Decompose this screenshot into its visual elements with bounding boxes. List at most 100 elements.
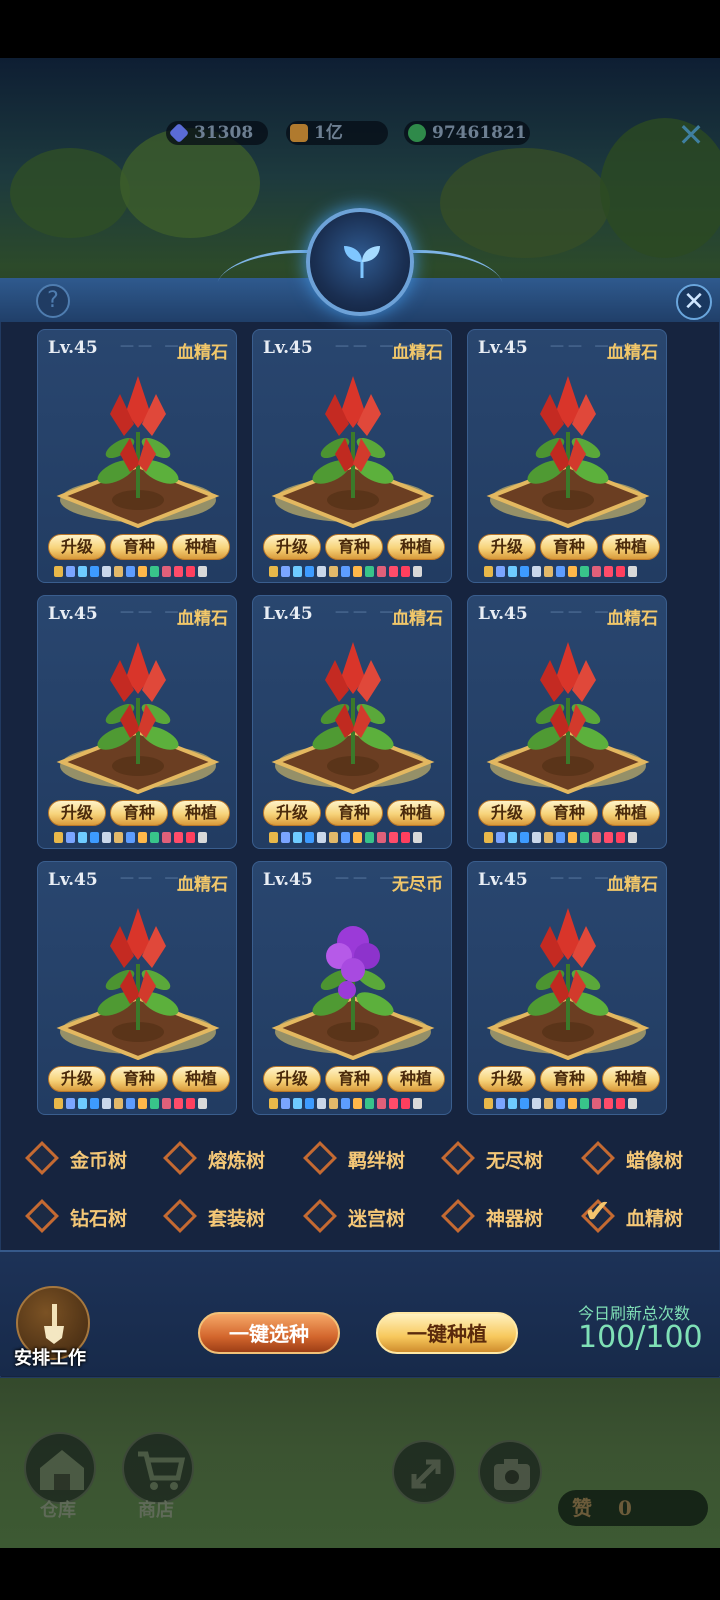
plot-type: 血精石 (177, 609, 228, 629)
shop-button[interactable] (122, 1432, 194, 1504)
tree-filter[interactable]: ✔ 血精树 (578, 1192, 714, 1234)
upgrade-button[interactable]: 升级 (263, 1066, 321, 1092)
tree-filter[interactable]: 钻石树 (22, 1198, 158, 1234)
breed-button[interactable]: 育种 (540, 534, 598, 560)
reward-icon (580, 832, 589, 843)
tree-filter[interactable]: 套装树 (160, 1198, 296, 1234)
reward-icon (102, 566, 111, 577)
reward-icon (628, 1098, 637, 1109)
close-icon[interactable]: ✕ (674, 118, 708, 152)
reward-icon (484, 566, 493, 577)
status-bar (0, 0, 720, 58)
tree-filter[interactable]: 金币树 (22, 1140, 158, 1176)
plant-button[interactable]: 种植 (172, 800, 230, 826)
tree-filter[interactable]: 熔炼树 (160, 1140, 296, 1176)
breed-button[interactable]: 育种 (110, 800, 168, 826)
upgrade-button[interactable]: 升级 (478, 1066, 536, 1092)
reward-icon (150, 566, 159, 577)
reward-icon (604, 832, 613, 843)
reward-icon (413, 1098, 422, 1109)
one-click-plant-button[interactable]: 一键种植 (376, 1312, 518, 1354)
reward-icon (281, 832, 290, 843)
breed-button[interactable]: 育种 (110, 1066, 168, 1092)
tree-filter[interactable]: 神器树 (438, 1198, 574, 1234)
reward-icon (520, 1098, 529, 1109)
upgrade-button[interactable]: 升级 (48, 534, 106, 560)
plot-card[interactable]: Lv.45 —— —— 血精石 升级 育种 种植 (37, 861, 237, 1115)
help-button[interactable]: ? (36, 284, 70, 318)
upgrade-button[interactable]: 升级 (48, 1066, 106, 1092)
breed-button[interactable]: 育种 (110, 534, 168, 560)
reward-icon (317, 1098, 326, 1109)
reward-icon (269, 1098, 278, 1109)
plot-card[interactable]: Lv.45 —— —— 血精石 升级 育种 种植 (252, 329, 452, 583)
expand-button[interactable] (392, 1440, 456, 1504)
warehouse-button[interactable] (24, 1432, 96, 1504)
plot-card[interactable]: Lv.45 —— —— 血精石 升级 育种 种植 (467, 861, 667, 1115)
plant-icon (271, 642, 435, 794)
plant-button[interactable]: 种植 (387, 534, 445, 560)
reward-icon (604, 1098, 613, 1109)
reward-icon (78, 832, 87, 843)
reward-icon (305, 566, 314, 577)
reward-icon (556, 1098, 565, 1109)
reward-icon-row (54, 832, 224, 844)
reward-icon (174, 832, 183, 843)
plant-button[interactable]: 种植 (387, 800, 445, 826)
like-counter[interactable]: 赞0 (558, 1490, 708, 1526)
reward-icon (508, 566, 517, 577)
plant-button[interactable]: 种植 (602, 534, 660, 560)
upgrade-button[interactable]: 升级 (478, 534, 536, 560)
plant-button[interactable]: 种植 (387, 1066, 445, 1092)
reward-icon-row (54, 1098, 224, 1110)
tree-filter[interactable]: 蜡像树 (578, 1140, 714, 1176)
plot-card[interactable]: Lv.45 —— —— 血精石 升级 育种 种植 (37, 595, 237, 849)
reward-icon (377, 1098, 386, 1109)
reward-icon (353, 832, 362, 843)
plot-card[interactable]: Lv.45 —— —— 无尽币 升级 育种 种植 (252, 861, 452, 1115)
upgrade-button[interactable]: 升级 (263, 800, 321, 826)
reward-icon (329, 832, 338, 843)
reward-icon (162, 566, 171, 577)
plant-button[interactable]: 种植 (602, 800, 660, 826)
reward-icon (198, 566, 207, 577)
refresh-count-value: 100/100 (578, 1320, 703, 1355)
tree-filter[interactable]: 羁绊树 (300, 1140, 436, 1176)
upgrade-button[interactable]: 升级 (478, 800, 536, 826)
tree-filter[interactable]: 迷宫树 (300, 1198, 436, 1234)
plot-card[interactable]: Lv.45 —— —— 血精石 升级 育种 种植 (467, 329, 667, 583)
breed-button[interactable]: 育种 (540, 800, 598, 826)
plot-card[interactable]: Lv.45 —— —— 血精石 升级 育种 种植 (467, 595, 667, 849)
plant-icon (271, 926, 435, 1060)
reward-icon (556, 832, 565, 843)
breed-button[interactable]: 育种 (540, 1066, 598, 1092)
sprout-icon (344, 246, 380, 278)
one-click-select-button[interactable]: 一键选种 (198, 1312, 340, 1354)
upgrade-button[interactable]: 升级 (263, 534, 321, 560)
reward-icon (281, 1098, 290, 1109)
breed-button[interactable]: 育种 (325, 534, 383, 560)
plant-button[interactable]: 种植 (172, 1066, 230, 1092)
reward-icon (532, 566, 541, 577)
reward-icon (102, 832, 111, 843)
tree-filter[interactable]: 无尽树 (438, 1140, 574, 1176)
reward-icon (496, 832, 505, 843)
breed-button[interactable]: 育种 (325, 1066, 383, 1092)
reward-icon (544, 566, 553, 577)
upgrade-button[interactable]: 升级 (48, 800, 106, 826)
reward-icon-row (484, 1098, 654, 1110)
breed-button[interactable]: 育种 (325, 800, 383, 826)
panel-close-button[interactable]: ✕ (676, 284, 712, 320)
plot-level: Lv.45 (478, 870, 528, 890)
reward-icon (616, 566, 625, 577)
plot-card[interactable]: Lv.45 —— —— 血精石 升级 育种 种植 (252, 595, 452, 849)
plot-level: Lv.45 (263, 870, 313, 890)
reward-icon (413, 566, 422, 577)
plant-icon (486, 376, 650, 528)
plant-button[interactable]: 种植 (172, 534, 230, 560)
camera-button[interactable] (478, 1440, 542, 1504)
plant-button[interactable]: 种植 (602, 1066, 660, 1092)
reward-icon (401, 832, 410, 843)
tree-filter-label: 无尽树 (486, 1150, 544, 1172)
plot-card[interactable]: Lv.45 —— —— 血精石 升级 育种 种植 (37, 329, 237, 583)
